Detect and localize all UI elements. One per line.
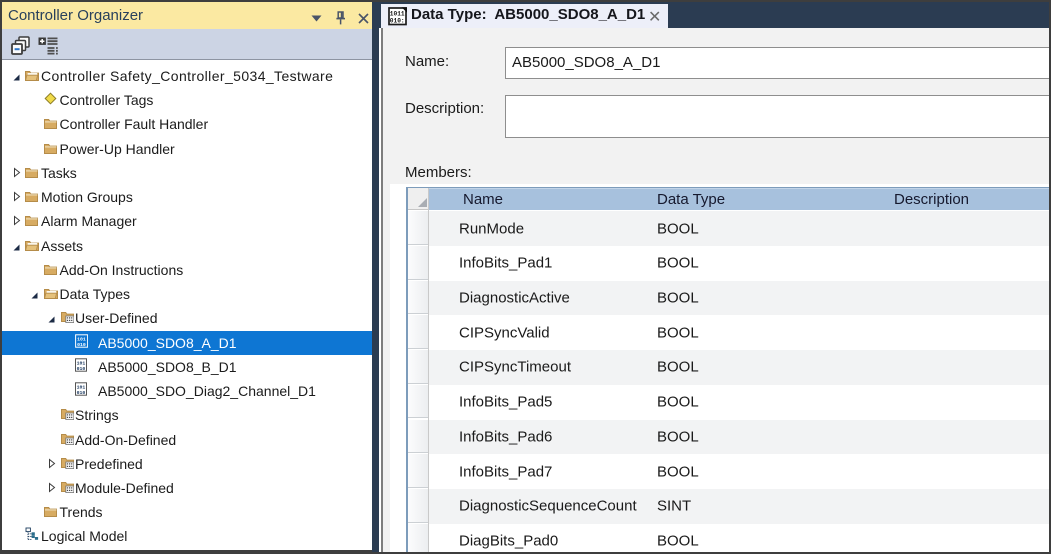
svg-text:010: 010 — [77, 390, 86, 396]
svg-text:010: 010 — [77, 341, 86, 347]
svg-text:101: 101 — [77, 384, 86, 390]
svg-text:1011: 1011 — [390, 10, 405, 17]
svg-text:010: 010 — [77, 365, 86, 371]
svg-text:010:: 010: — [390, 17, 405, 24]
svg-text:101: 101 — [77, 360, 86, 366]
svg-text:101: 101 — [77, 336, 86, 342]
